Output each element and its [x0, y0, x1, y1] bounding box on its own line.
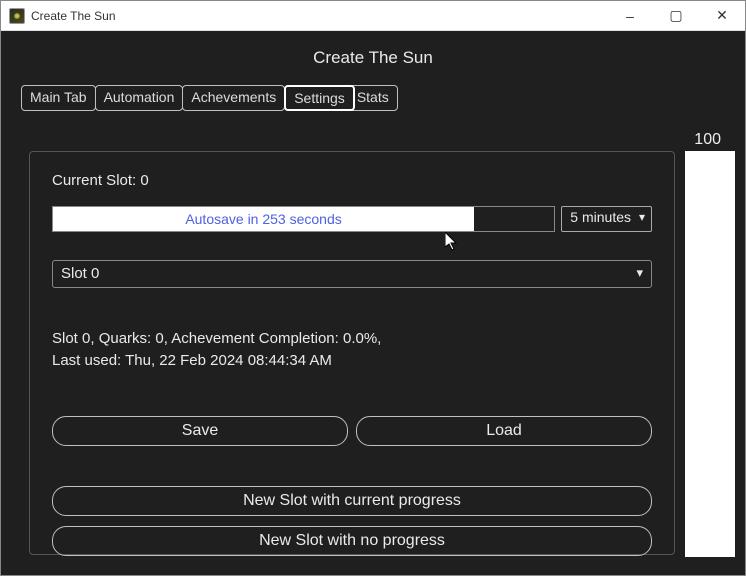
- slot-info-line2: Last used: Thu, 22 Feb 2024 08:44:34 AM: [52, 350, 652, 372]
- app-window: Create The Sun – ▢ ✕ Create The Sun Main…: [0, 0, 746, 576]
- save-load-row: Save Load: [52, 416, 652, 446]
- tab-bar: Main Tab Automation Achevements Settings…: [1, 85, 745, 111]
- new-slot-none-button[interactable]: New Slot with no progress: [52, 526, 652, 556]
- autosave-progress: Autosave in 253 seconds: [52, 206, 555, 232]
- close-button[interactable]: ✕: [699, 1, 745, 31]
- autosave-label: Autosave in 253 seconds: [53, 207, 474, 231]
- maximize-button[interactable]: ▢: [653, 1, 699, 31]
- tab-automation[interactable]: Automation: [95, 85, 184, 111]
- resource-meter: [685, 151, 735, 557]
- titlebar: Create The Sun – ▢ ✕: [1, 1, 745, 31]
- new-slot-current-button[interactable]: New Slot with current progress: [52, 486, 652, 516]
- current-slot-text: Current Slot:: [52, 172, 136, 189]
- new-slot-buttons: New Slot with current progress New Slot …: [52, 486, 652, 556]
- app-body: Create The Sun Main Tab Automation Achev…: [1, 31, 745, 575]
- slot-info-line1: Slot 0, Quarks: 0, Achevement Completion…: [52, 328, 652, 350]
- load-button[interactable]: Load: [356, 416, 652, 446]
- tab-stats[interactable]: Stats: [348, 85, 398, 111]
- slot-info: Slot 0, Quarks: 0, Achevement Completion…: [52, 328, 652, 372]
- app-title: Create The Sun: [1, 31, 745, 85]
- slot-select-value: Slot 0: [61, 265, 99, 282]
- app-icon: [9, 8, 25, 24]
- tab-settings[interactable]: Settings: [284, 85, 355, 111]
- autosave-interval-value: 5 minutes: [570, 209, 631, 225]
- autosave-interval-select[interactable]: 5 minutes: [561, 206, 652, 232]
- save-button[interactable]: Save: [52, 416, 348, 446]
- settings-panel: Current Slot: 0 Autosave in 253 seconds …: [29, 151, 675, 555]
- slot-select[interactable]: Slot 0: [52, 260, 652, 288]
- current-slot-label: Current Slot: 0: [52, 172, 652, 189]
- current-slot-value: 0: [140, 172, 148, 189]
- autosave-row: Autosave in 253 seconds 5 minutes: [52, 206, 652, 232]
- resource-value: 100: [694, 131, 721, 149]
- tab-achievements[interactable]: Achevements: [182, 85, 285, 111]
- minimize-button[interactable]: –: [607, 1, 653, 31]
- window-title: Create The Sun: [31, 9, 607, 23]
- tab-main[interactable]: Main Tab: [21, 85, 96, 111]
